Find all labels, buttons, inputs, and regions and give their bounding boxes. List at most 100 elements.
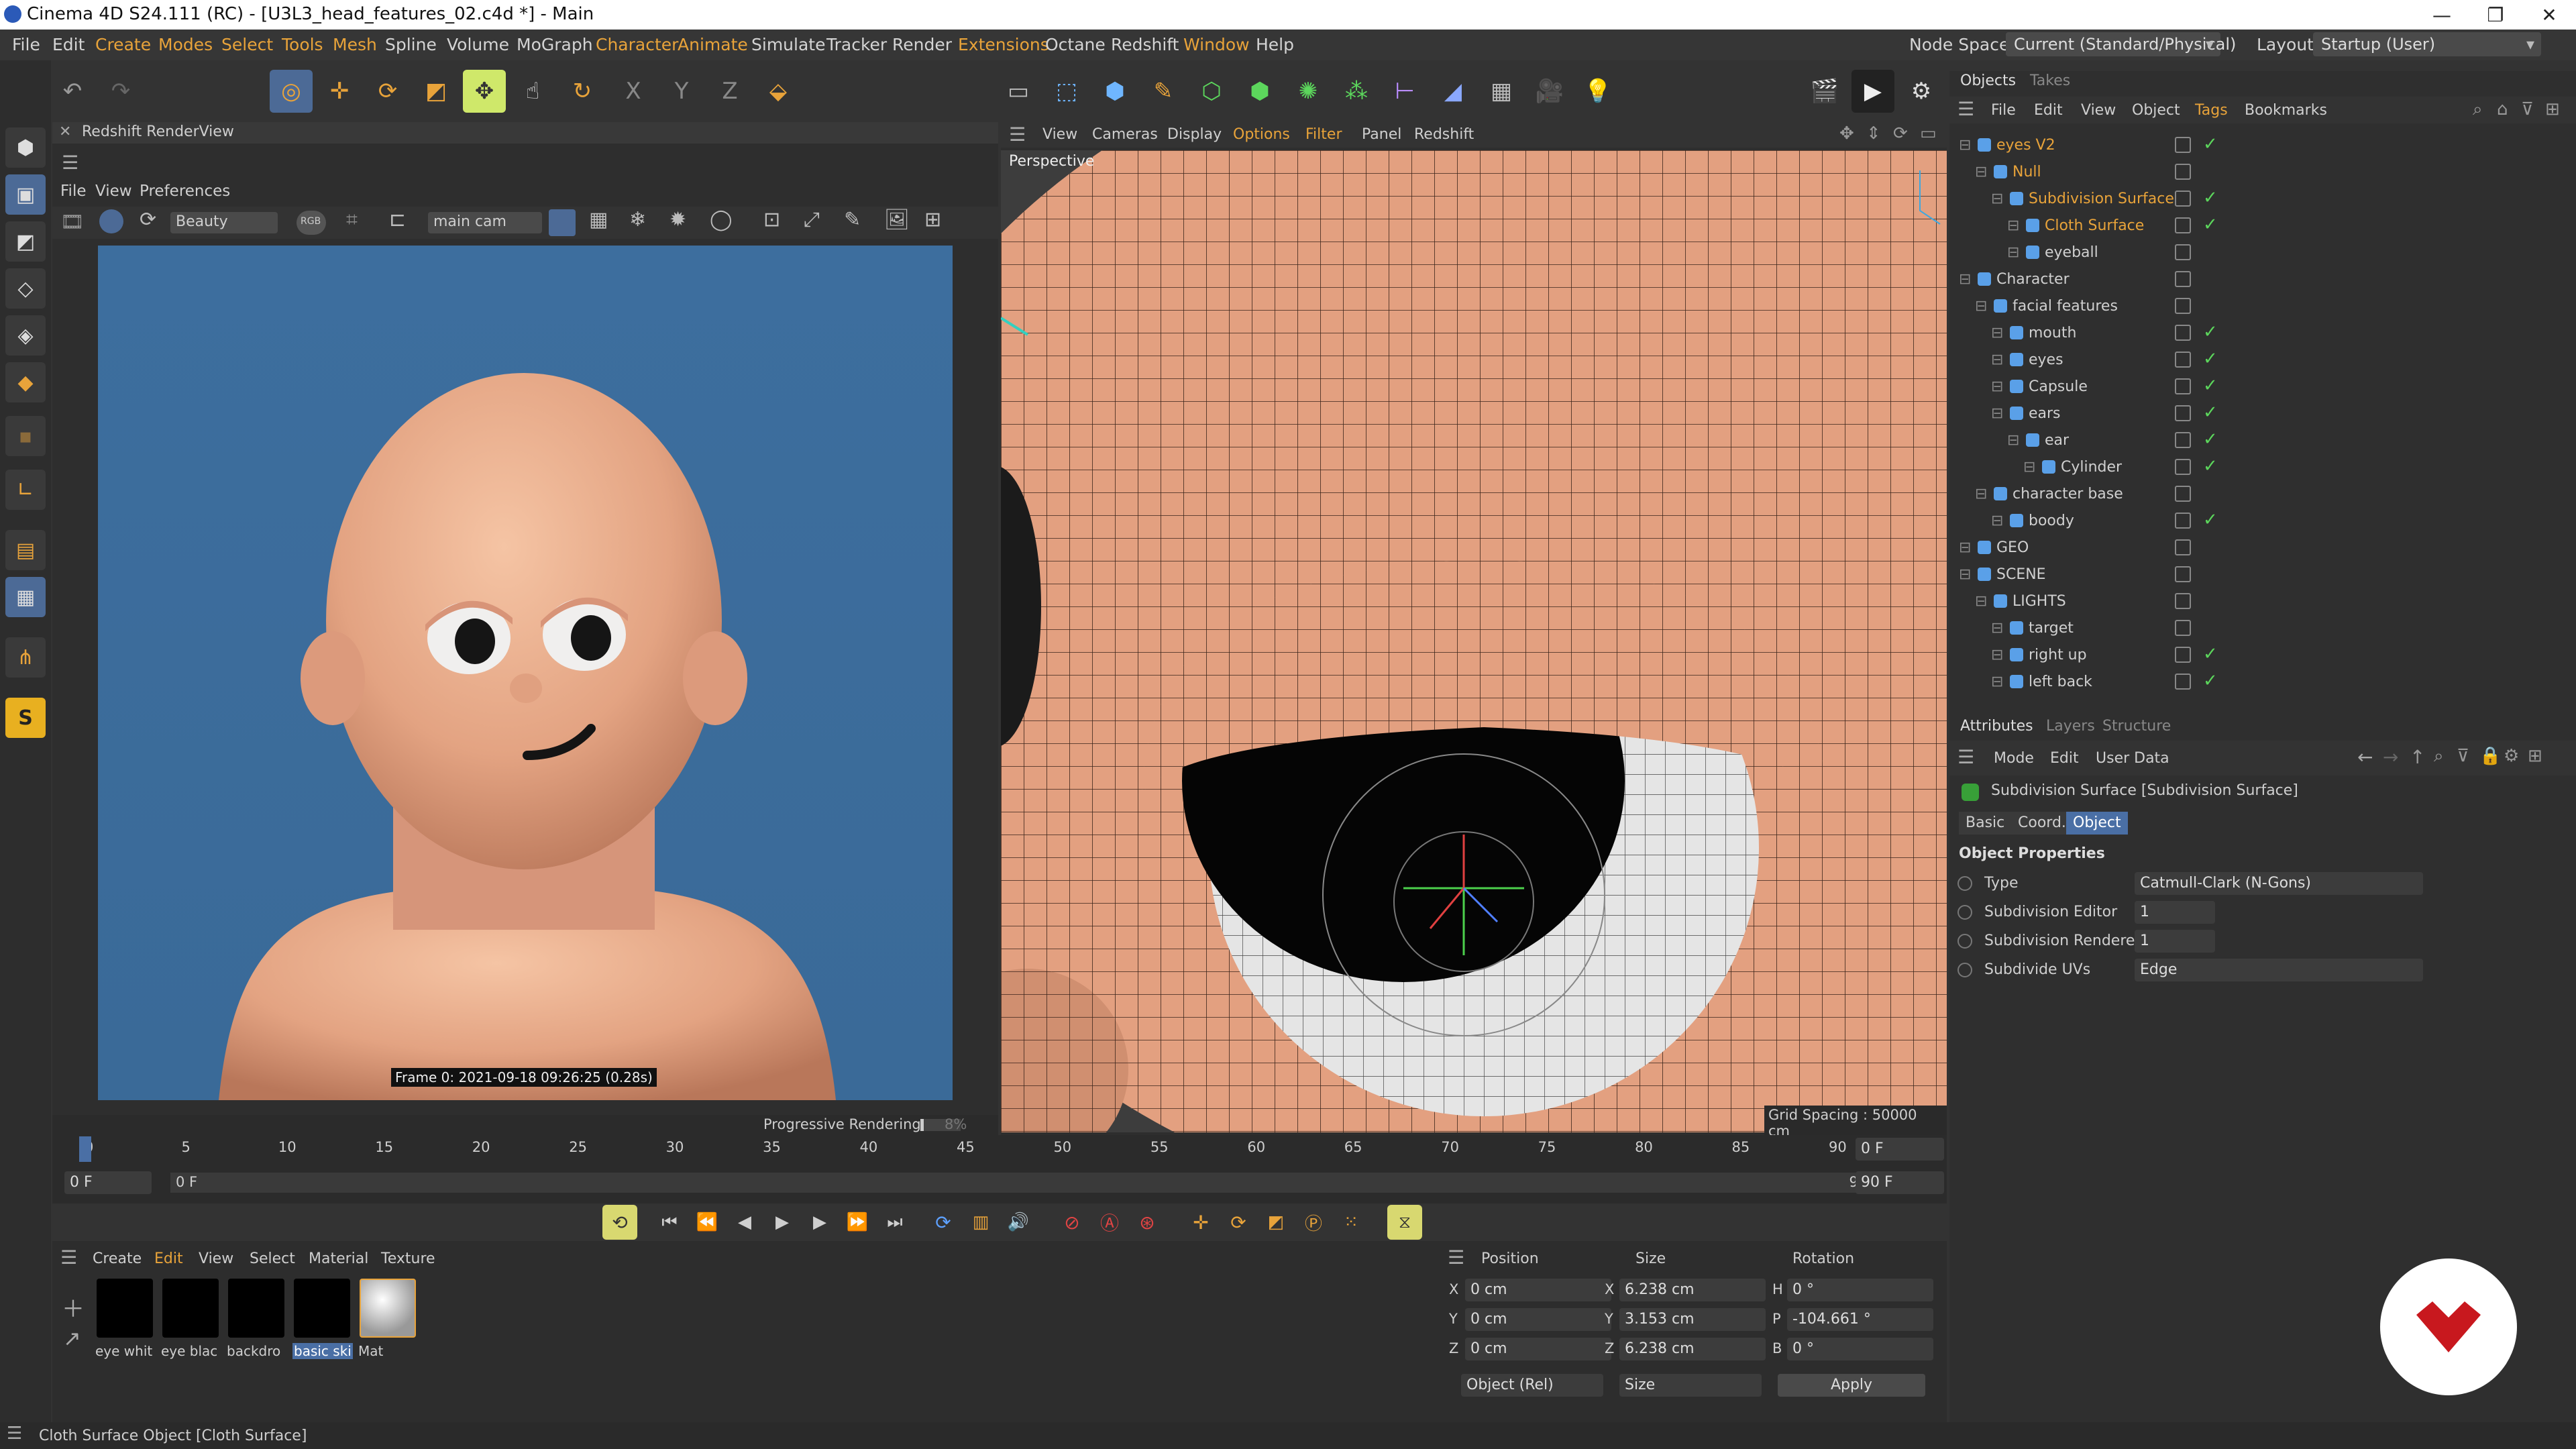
refresh-icon[interactable]: ⟳ xyxy=(140,208,156,231)
recent-tools-icon[interactable]: ↻ xyxy=(561,70,604,113)
enabled-check-icon[interactable]: ✓ xyxy=(2203,671,2218,691)
go-to-end-icon[interactable]: ⏭ xyxy=(877,1205,912,1240)
object-name[interactable]: character base xyxy=(2012,486,2123,502)
obj-menu-view[interactable]: View xyxy=(2081,102,2116,119)
object-row[interactable]: ⊟ target xyxy=(1949,614,2576,641)
rotate-icon[interactable]: ⟳ xyxy=(366,70,409,113)
enabled-check-icon[interactable]: ✓ xyxy=(2203,376,2218,396)
expand-toggle-icon[interactable]: ⊟ xyxy=(1991,352,2003,368)
object-name[interactable]: Null xyxy=(2012,164,2041,180)
range-slider[interactable]: 0 F 90 F xyxy=(170,1173,1888,1193)
layer-visibility-icon[interactable] xyxy=(2175,513,2191,529)
material-item[interactable]: basic ski xyxy=(292,1279,353,1386)
orbit-icon[interactable]: ⟳ xyxy=(1893,123,1908,144)
object-row[interactable]: ⊟ character base xyxy=(1949,480,2576,507)
material-swatch[interactable] xyxy=(294,1279,350,1338)
object-row[interactable]: ⊟ Capsule ✓ xyxy=(1949,373,2576,400)
key-rotation-icon[interactable]: ⟳ xyxy=(1221,1205,1256,1240)
vp-menu-filter[interactable]: Filter xyxy=(1305,126,1342,143)
timeline-window-icon[interactable]: ⧖ xyxy=(1387,1205,1422,1240)
expand-toggle-icon[interactable]: ⊟ xyxy=(1959,539,1971,556)
placement-icon[interactable]: ✥ xyxy=(463,70,506,113)
material-name[interactable]: backdro xyxy=(227,1343,280,1359)
enabled-check-icon[interactable]: ✓ xyxy=(2203,349,2218,369)
object-name[interactable]: Cylinder xyxy=(2061,459,2122,476)
x-axis-lock-icon[interactable]: X xyxy=(612,70,655,113)
menu-mograph[interactable]: MoGraph xyxy=(517,35,593,54)
object-name[interactable]: Cloth Surface xyxy=(2045,217,2144,234)
position-field[interactable]: 0 cm xyxy=(1465,1308,1611,1331)
start-frame-field[interactable]: 0 F xyxy=(64,1171,152,1194)
layer-visibility-icon[interactable] xyxy=(2175,325,2191,341)
menu-edit[interactable]: Edit xyxy=(52,35,85,54)
object-row[interactable]: ⊟ boody ✓ xyxy=(1949,507,2576,534)
attr-add-icon[interactable]: ⊞ xyxy=(2528,746,2542,766)
end-frame-field[interactable]: 90 F xyxy=(1856,1171,1944,1194)
dynamic-placement-icon[interactable]: ☝ xyxy=(511,70,554,113)
object-name[interactable]: ear xyxy=(2045,432,2069,449)
object-name[interactable]: eyes xyxy=(2029,352,2063,368)
snowflake-icon[interactable]: ❄ xyxy=(629,208,646,231)
property-number-field[interactable]: 1 xyxy=(2135,901,2215,924)
coords-mode-dropdown[interactable]: Object (Rel) xyxy=(1461,1374,1603,1397)
obj-menu-edit[interactable]: Edit xyxy=(2034,102,2063,119)
object-row[interactable]: ⊟ ear ✓ xyxy=(1949,427,2576,453)
menu-volume[interactable]: Volume xyxy=(447,35,509,54)
minimize-button[interactable]: — xyxy=(2415,0,2469,30)
menu-render[interactable]: Render xyxy=(892,35,952,54)
enabled-check-icon[interactable]: ✓ xyxy=(2203,644,2218,664)
object-name[interactable]: LIGHTS xyxy=(2012,593,2066,610)
attr-menu-mode[interactable]: Mode xyxy=(1994,750,2034,767)
layer-visibility-icon[interactable] xyxy=(2175,620,2191,636)
menu-redshift[interactable]: Redshift xyxy=(1111,35,1179,54)
attr-search-icon[interactable]: ⌕ xyxy=(2434,746,2444,767)
size-field[interactable]: 6.238 cm xyxy=(1619,1279,1766,1301)
rotation-field[interactable]: 0 ° xyxy=(1787,1338,1933,1360)
object-row[interactable]: ⊟ left back ✓ xyxy=(1949,668,2576,695)
circle-icon[interactable]: ◯ xyxy=(710,208,733,231)
coords-hamburger-icon[interactable]: ☰ xyxy=(1448,1246,1464,1269)
object-row[interactable]: ⊟ eyes V2 ✓ xyxy=(1949,131,2576,158)
size-field[interactable]: 3.153 cm xyxy=(1619,1308,1766,1331)
edges-mode-icon[interactable]: ◈ xyxy=(5,315,46,356)
polygons-mode-icon[interactable]: ◆ xyxy=(5,362,46,402)
material-item[interactable]: backdro xyxy=(227,1279,287,1386)
filter-icon[interactable]: ⊽ xyxy=(2521,99,2534,119)
layer-visibility-icon[interactable] xyxy=(2175,593,2191,609)
subtab-basic[interactable]: Basic xyxy=(1959,812,2012,835)
rotation-field[interactable]: 0 ° xyxy=(1787,1279,1933,1301)
menu-extensions[interactable]: Extensions xyxy=(958,35,1049,54)
layer-visibility-icon[interactable] xyxy=(2175,298,2191,314)
crop-icon[interactable]: ⌗ xyxy=(346,208,358,231)
object-row[interactable]: ⊟ right up ✓ xyxy=(1949,641,2576,668)
expand-toggle-icon[interactable]: ⊟ xyxy=(1975,593,1987,610)
expand-toggle-icon[interactable]: ⊟ xyxy=(1991,378,2003,395)
animate-property-icon[interactable] xyxy=(1957,876,1972,891)
undo-icon[interactable]: ↶ xyxy=(51,70,94,113)
property-dropdown[interactable]: Edge xyxy=(2135,959,2423,981)
object-name[interactable]: ears xyxy=(2029,405,2061,422)
expand-toggle-icon[interactable]: ⊟ xyxy=(1991,647,2003,663)
vp-menu-options[interactable]: Options xyxy=(1233,126,1290,143)
menu-character[interactable]: Character xyxy=(596,35,678,54)
field-icon[interactable]: ◢ xyxy=(1432,70,1474,113)
add-material-icon[interactable]: ＋ xyxy=(62,1291,85,1324)
material-name[interactable]: eye whit xyxy=(95,1343,152,1359)
expand-toggle-icon[interactable]: ⊟ xyxy=(1991,405,2003,422)
object-name[interactable]: right up xyxy=(2029,647,2087,663)
object-name[interactable]: mouth xyxy=(2029,325,2076,341)
render-to-picture-viewer-icon[interactable]: ▶ xyxy=(1851,70,1894,113)
material-swatch[interactable] xyxy=(360,1279,416,1338)
object-name[interactable]: Capsule xyxy=(2029,378,2088,395)
menu-octane[interactable]: Octane xyxy=(1045,35,1106,54)
extrude-icon[interactable]: ⬢ xyxy=(1238,70,1281,113)
rgb-toggle[interactable]: RGB xyxy=(297,211,326,235)
material-name[interactable]: Mat xyxy=(358,1343,383,1359)
property-number-field[interactable]: 1 xyxy=(2135,930,2215,953)
vp-menu-view[interactable]: View xyxy=(1042,126,1077,143)
material-swatch[interactable] xyxy=(228,1279,284,1338)
model-mode-icon[interactable]: ▣ xyxy=(5,174,46,215)
fit-icon[interactable]: ⊡ xyxy=(763,208,780,231)
new-window-icon[interactable]: ⊞ xyxy=(2545,99,2560,119)
scale-icon[interactable]: ◩ xyxy=(415,70,458,113)
